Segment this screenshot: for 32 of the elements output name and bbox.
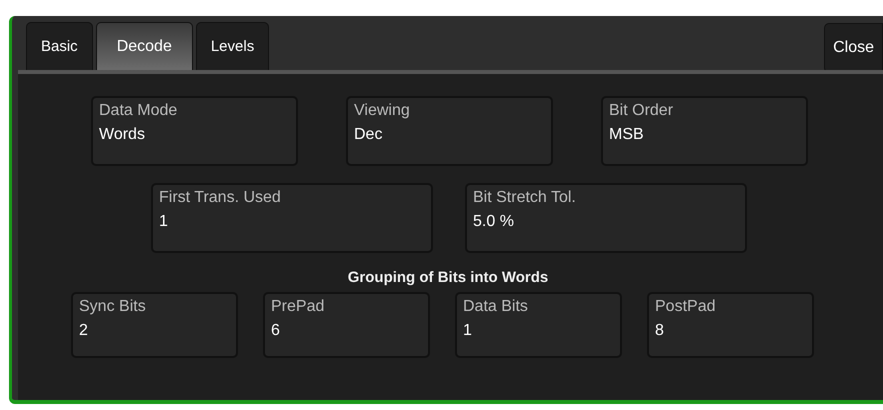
field-value: 1 (159, 213, 169, 231)
field-label: Data Bits (463, 298, 529, 316)
field-label: Sync Bits (79, 298, 147, 316)
field-value: 1 (463, 322, 473, 340)
field-value: Dec (354, 126, 384, 144)
tab[interactable]: Levels (196, 22, 270, 70)
field-label: Data Mode (99, 102, 178, 120)
field-label: Viewing (354, 102, 411, 120)
field-label: First Trans. Used (159, 189, 282, 207)
field[interactable]: PostPad 8 (647, 292, 814, 358)
field-value: 6 (271, 322, 281, 340)
field[interactable]: First Trans. Used 1 (151, 183, 433, 253)
field-value: 2 (79, 322, 89, 340)
field[interactable]: Bit Stretch Tol. 5.0 % (465, 183, 747, 253)
field-value: 8 (655, 322, 665, 340)
field[interactable]: Data Mode Words (91, 96, 298, 166)
field[interactable]: Sync Bits 2 (71, 292, 238, 358)
tab[interactable]: Basic (26, 22, 93, 70)
field[interactable]: PrePad 6 (263, 292, 430, 358)
field-value: Words (99, 126, 146, 144)
close-button[interactable]: Close (824, 23, 883, 73)
field-label: PrePad (271, 298, 326, 316)
tab[interactable]: Decode (96, 22, 193, 70)
field-value: 5.0 % (473, 213, 515, 231)
field-label: Bit Order (609, 102, 674, 120)
section-heading: Grouping of Bits into Words (346, 269, 550, 286)
field-label: PostPad (655, 298, 716, 316)
field[interactable]: Viewing Dec (346, 96, 553, 166)
field[interactable]: Bit Order MSB (601, 96, 808, 166)
field[interactable]: Data Bits 1 (455, 292, 622, 358)
field-value: MSB (609, 126, 645, 144)
field-label: Bit Stretch Tol. (473, 189, 577, 207)
